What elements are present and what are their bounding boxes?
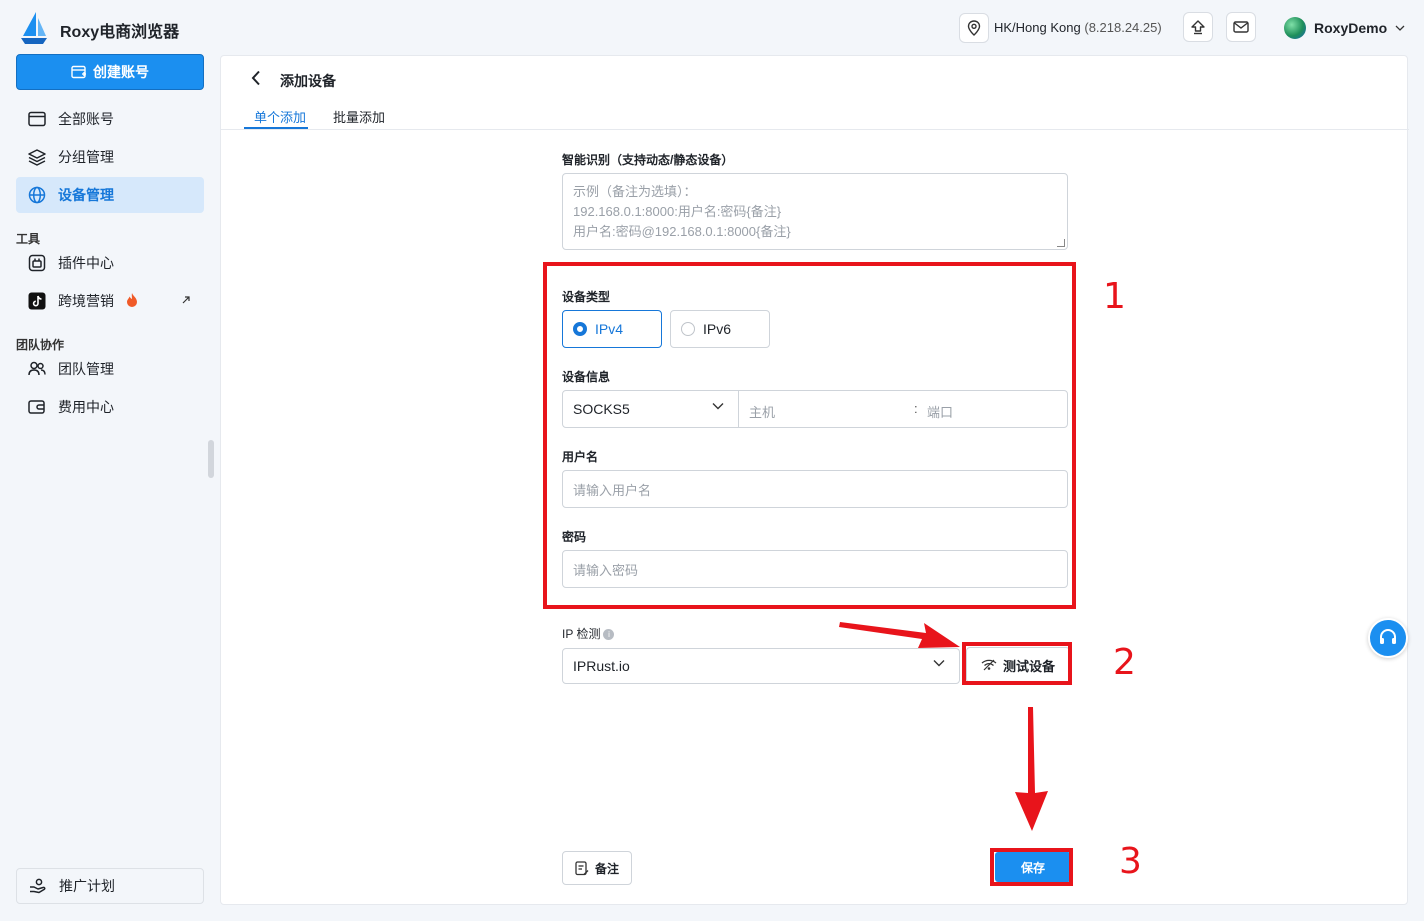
- annotation-number-3: 3: [1119, 841, 1142, 882]
- upload-button[interactable]: [1183, 12, 1213, 42]
- headset-icon: [1380, 629, 1396, 644]
- sidebar-item-devices[interactable]: 设备管理: [16, 177, 204, 213]
- sidebar-item-billing[interactable]: 费用中心: [16, 389, 204, 425]
- location-pin-icon: [967, 20, 981, 36]
- create-account-button[interactable]: 创建账号: [16, 54, 204, 90]
- top-bar: Roxy电商浏览器 HK/Hong Kong (8.218.24.25) Rox…: [0, 0, 1424, 56]
- smart-placeholder-line: 示例（备注为选填）：: [573, 184, 697, 199]
- location-label: HK/Hong Kong: [994, 20, 1081, 35]
- note-button[interactable]: 备注: [562, 851, 632, 885]
- info-icon[interactable]: i: [603, 629, 615, 641]
- layers-icon: [28, 149, 46, 166]
- ip-check-label: IP 检测: [562, 627, 601, 641]
- ip-check-label-wrap: IP 检测 i: [562, 625, 615, 642]
- sidebar: 创建账号 全部账号 分组管理 设备管理 工具 插件中心 跨境营销 团队协作 团队…: [0, 54, 216, 921]
- promo-plan-label: 推广计划: [59, 878, 115, 894]
- sidebar-item-label: 全部账号: [58, 111, 114, 127]
- customer-support-button[interactable]: [1368, 618, 1408, 658]
- handshake-icon: [30, 878, 46, 894]
- sidebar-item-marketing[interactable]: 跨境营销: [16, 283, 204, 319]
- sidebar-scrollbar[interactable]: [208, 440, 214, 478]
- sidebar-item-team[interactable]: 团队管理: [16, 351, 204, 387]
- chevron-left-icon: [251, 70, 260, 86]
- roxy-logo-icon: [18, 10, 50, 46]
- note-icon: [575, 860, 589, 875]
- note-label: 备注: [594, 861, 619, 876]
- wallet-icon: [28, 400, 45, 414]
- sidebar-item-label: 插件中心: [58, 255, 114, 271]
- ip-check-value: IPRust.io: [573, 658, 630, 674]
- resize-handle[interactable]: [1057, 239, 1065, 247]
- users-icon: [28, 361, 46, 376]
- add-window-icon: [71, 65, 86, 79]
- sidebar-item-label: 跨境营销: [58, 293, 114, 309]
- external-link-icon: [182, 295, 190, 307]
- smart-detect-textarea[interactable]: 示例（备注为选填）： 192.168.0.1:8000:用户名:密码{备注} 用…: [562, 173, 1068, 250]
- upload-icon: [1191, 20, 1205, 35]
- location-text: HK/Hong Kong (8.218.24.25): [994, 20, 1162, 35]
- page-title: 添加设备: [280, 73, 336, 89]
- tabs-divider: [221, 129, 1409, 130]
- tab-batch-add[interactable]: 批量添加: [333, 107, 385, 126]
- annotation-box-2: [962, 642, 1072, 685]
- annotation-number-1: 1: [1103, 276, 1126, 317]
- annotation-box-3: [990, 848, 1073, 886]
- globe-icon: [28, 186, 46, 204]
- fire-icon: [126, 292, 138, 310]
- arrow-to-test-icon: [839, 622, 960, 648]
- sidebar-item-label: 分组管理: [58, 149, 114, 165]
- chevron-down-icon: [933, 660, 945, 667]
- sidebar-item-groups[interactable]: 分组管理: [16, 139, 204, 175]
- smart-placeholder-line: 192.168.0.1:8000:用户名:密码{备注}: [573, 204, 782, 219]
- user-avatar: [1284, 17, 1306, 39]
- sidebar-item-all-accounts[interactable]: 全部账号: [16, 101, 204, 137]
- smart-detect-label: 智能识别（支持动态/静态设备）: [562, 153, 734, 167]
- location-button[interactable]: [959, 13, 989, 43]
- mail-icon: [1233, 21, 1249, 33]
- chevron-down-icon: [1395, 25, 1405, 31]
- user-name: RoxyDemo: [1314, 20, 1388, 36]
- plugin-icon: [28, 254, 46, 272]
- messages-button[interactable]: [1226, 12, 1256, 42]
- annotation-number-2: 2: [1113, 642, 1136, 683]
- smart-placeholder-line: 用户名:密码@192.168.0.1:8000{备注}: [573, 224, 791, 239]
- create-account-label: 创建账号: [93, 64, 149, 80]
- tiktok-icon: [28, 292, 46, 310]
- sidebar-item-plugins[interactable]: 插件中心: [16, 245, 204, 281]
- promo-plan-button[interactable]: 推广计划: [16, 868, 204, 904]
- sidebar-item-label: 设备管理: [58, 187, 114, 203]
- sidebar-item-label: 费用中心: [58, 399, 114, 415]
- user-menu[interactable]: RoxyDemo: [1284, 14, 1405, 42]
- location-ip: (8.218.24.25): [1084, 20, 1162, 35]
- arrow-to-save-icon: [1015, 707, 1048, 831]
- tab-single-add[interactable]: 单个添加: [254, 107, 306, 126]
- back-button[interactable]: [251, 70, 261, 91]
- sidebar-item-label: 团队管理: [58, 361, 114, 377]
- annotation-box-1: [543, 262, 1076, 609]
- app-title: Roxy电商浏览器: [60, 24, 180, 41]
- window-icon: [28, 111, 46, 127]
